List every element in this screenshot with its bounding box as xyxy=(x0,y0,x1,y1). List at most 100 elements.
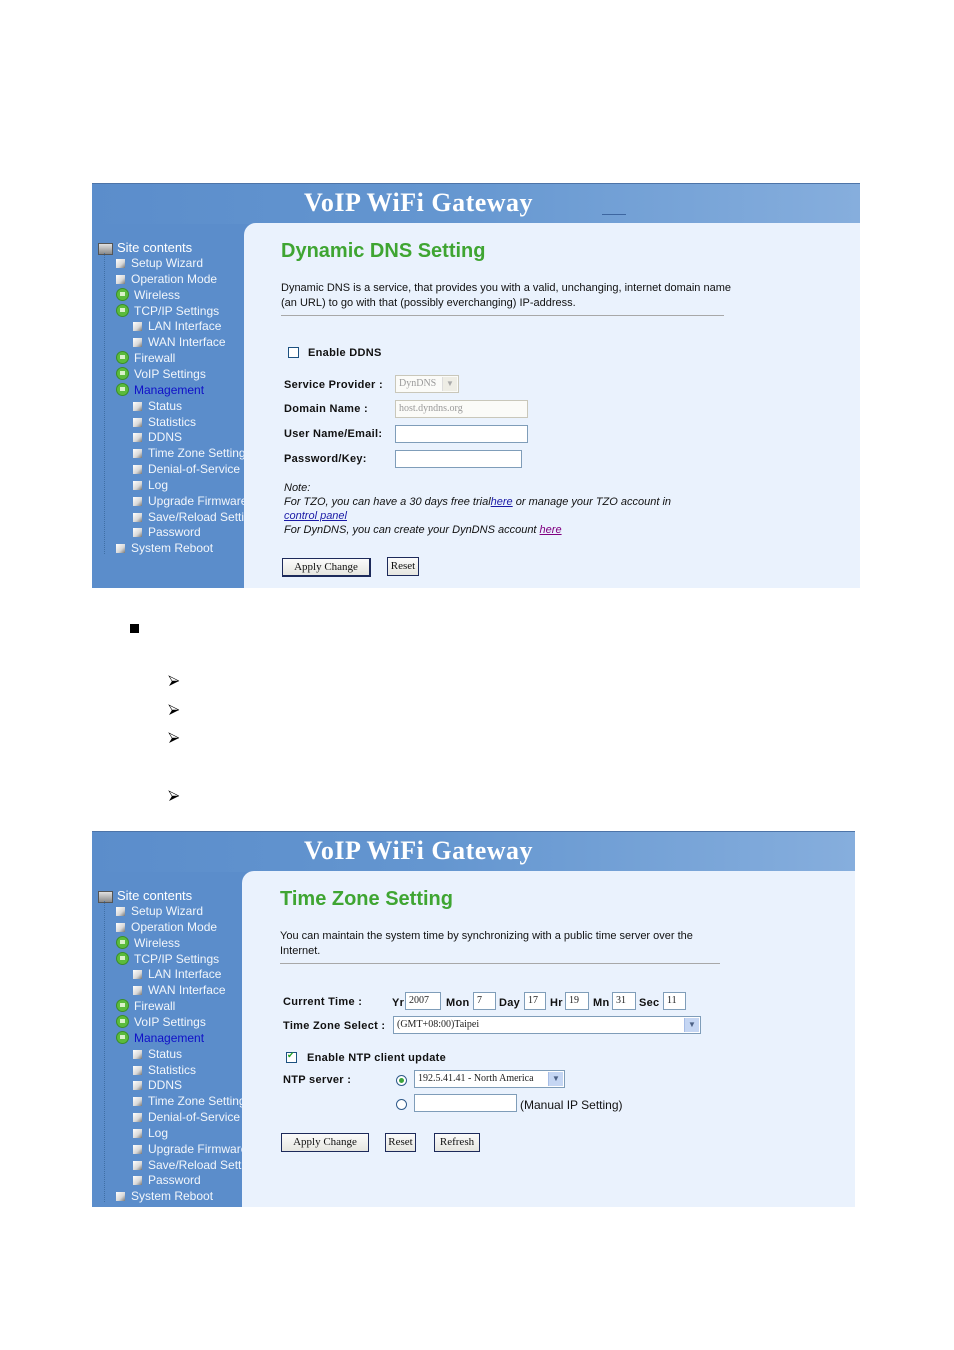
sidebar-item[interactable]: DDNS xyxy=(133,429,182,445)
ntp-manual-ip-label: (Manual IP Setting) xyxy=(520,1098,623,1112)
reset-button[interactable]: Reset xyxy=(387,557,419,576)
reset-button[interactable]: Reset xyxy=(385,1133,416,1152)
sidebar-item[interactable]: Status xyxy=(133,398,182,414)
page-icon xyxy=(133,433,142,443)
sidebar-item[interactable]: Log xyxy=(133,1125,168,1141)
page-title: Time Zone Setting xyxy=(280,888,453,910)
sidebar-item[interactable]: TCP/IP Settings xyxy=(116,951,219,967)
time-zone-label: Time Zone Select : xyxy=(283,1020,386,1032)
sidebar-item[interactable]: Log xyxy=(133,477,168,493)
tzo-trial-link[interactable]: here xyxy=(491,496,513,508)
sidebar-item-label: Time Zone Setting xyxy=(148,446,246,461)
sidebar-item[interactable]: Time Zone Setting xyxy=(133,445,246,461)
sidebar-item[interactable]: Upgrade Firmware xyxy=(133,1141,247,1157)
sidebar-item-label: Denial-of-Service xyxy=(148,462,241,477)
sidebar-item[interactable]: WAN Interface xyxy=(133,982,226,998)
sidebar-item[interactable]: Firewall xyxy=(116,350,175,366)
sidebar-item[interactable]: System Reboot xyxy=(116,1188,213,1204)
sidebar-item[interactable]: Denial-of-Service xyxy=(133,461,240,477)
domain-name-input[interactable]: host.dyndns.org xyxy=(395,400,528,418)
sidebar-item[interactable]: LAN Interface xyxy=(133,318,221,334)
username-label: User Name/Email: xyxy=(284,428,383,440)
month-input[interactable]: 7 xyxy=(473,992,496,1010)
sidebar-item-label: Operation Mode xyxy=(131,919,218,934)
day-input[interactable]: 17 xyxy=(524,992,546,1010)
sidebar-item[interactable]: Wireless xyxy=(116,287,180,303)
sidebar-item[interactable]: Statistics xyxy=(133,1062,196,1078)
page-icon xyxy=(133,1113,142,1123)
sidebar-item-label: LAN Interface xyxy=(148,967,222,982)
minute-input[interactable]: 31 xyxy=(612,992,636,1010)
page-icon xyxy=(133,1128,142,1138)
password-input[interactable] xyxy=(395,450,522,468)
sidebar-item-label: Log xyxy=(148,1125,169,1140)
apply-change-button[interactable]: Apply Change xyxy=(281,1133,369,1152)
service-provider-value: DynDNS xyxy=(399,378,437,389)
sidebar-root-label: Site contents xyxy=(117,240,193,255)
sidebar-item[interactable]: Statistics xyxy=(133,414,196,430)
sidebar-root[interactable]: Site contents xyxy=(98,888,192,903)
enable-ntp-checkbox[interactable] xyxy=(286,1050,297,1063)
sidebar-item[interactable]: LAN Interface xyxy=(133,966,221,982)
ntp-server-preset-radio[interactable] xyxy=(396,1075,407,1086)
sidebar: Site contents Setup Wizard Operation Mode W… xyxy=(92,885,263,1207)
sidebar-item[interactable]: System Reboot xyxy=(116,540,213,556)
dyndns-create-link[interactable]: here xyxy=(540,524,562,536)
sidebar-item[interactable]: Firewall xyxy=(116,998,175,1014)
sidebar-item[interactable]: Password xyxy=(133,1172,201,1188)
time-zone-select[interactable]: (GMT+08:00)Taipei ▼ xyxy=(393,1016,701,1034)
sidebar-item[interactable]: Upgrade Firmware xyxy=(133,493,247,509)
ntp-server-manual-radio[interactable] xyxy=(396,1099,407,1110)
sidebar-item[interactable]: Time Zone Setting xyxy=(133,1093,246,1109)
sidebar-root[interactable]: Site contents xyxy=(98,240,192,255)
service-provider-select[interactable]: DynDNS ▼ xyxy=(395,375,459,393)
sidebar-item[interactable]: Management xyxy=(116,382,204,398)
ntp-server-select[interactable]: 192.5.41.41 - North America ▼ xyxy=(414,1070,565,1088)
sidebar-item[interactable]: Setup Wizard xyxy=(116,255,203,271)
note-tzo-middle: or manage your TZO account in xyxy=(512,496,672,508)
folder-icon xyxy=(116,303,129,317)
username-input[interactable] xyxy=(395,425,528,443)
sidebar-root-label: Site contents xyxy=(117,888,193,903)
square-bullet-icon xyxy=(130,624,139,633)
sidebar-item[interactable]: VoIP Settings xyxy=(116,1014,206,1030)
second-input[interactable]: 11 xyxy=(663,992,686,1010)
enable-ddns-checkbox[interactable] xyxy=(288,347,299,358)
ntp-manual-ip-input[interactable] xyxy=(414,1094,517,1112)
sidebar-item[interactable]: Password xyxy=(133,524,201,540)
sidebar-item-label: Wireless xyxy=(134,287,181,302)
sidebar-item[interactable]: Operation Mode xyxy=(116,919,217,935)
year-input[interactable]: 2007 xyxy=(405,992,441,1010)
sidebar-item-label: System Reboot xyxy=(131,541,214,556)
time-zone-value: (GMT+08:00)Taipei xyxy=(397,1019,480,1030)
page-icon xyxy=(116,274,125,284)
sidebar-item[interactable]: TCP/IP Settings xyxy=(116,303,219,319)
sidebar-item[interactable]: Operation Mode xyxy=(116,271,217,287)
apply-change-button[interactable]: Apply Change xyxy=(282,558,371,577)
sidebar-item-label: WAN Interface xyxy=(148,983,226,998)
sidebar-item-label: Wireless xyxy=(134,935,181,950)
sidebar-item[interactable]: DDNS xyxy=(133,1077,182,1093)
page-icon xyxy=(116,544,125,554)
password-label: Password/Key: xyxy=(284,453,367,465)
sidebar-item[interactable]: Wireless xyxy=(116,935,180,951)
sidebar-item-label: TCP/IP Settings xyxy=(134,951,220,966)
sidebar-item[interactable]: Status xyxy=(133,1046,182,1062)
tree-connector xyxy=(104,253,105,555)
sidebar-item[interactable]: Denial-of-Service xyxy=(133,1109,240,1125)
sidebar-item[interactable]: VoIP Settings xyxy=(116,366,206,382)
refresh-button[interactable]: Refresh xyxy=(434,1133,480,1152)
note-dyndns: For DynDNS, you can create your DynDNS a… xyxy=(284,523,562,537)
tree-connector xyxy=(104,901,105,1203)
month-label: Mon xyxy=(446,997,470,1009)
page-icon xyxy=(133,512,142,522)
chevron-down-icon: ▼ xyxy=(548,1072,563,1086)
hour-input[interactable]: 19 xyxy=(565,992,589,1010)
control-panel-link[interactable]: control panel xyxy=(284,510,347,522)
folder-icon xyxy=(116,382,129,396)
sidebar-item[interactable]: Setup Wizard xyxy=(116,903,203,919)
sidebar-item[interactable]: Management xyxy=(116,1030,204,1046)
page-icon xyxy=(116,922,125,932)
sidebar-item[interactable]: WAN Interface xyxy=(133,334,226,350)
banner: VoIP WiFi Gateway xyxy=(92,831,855,872)
